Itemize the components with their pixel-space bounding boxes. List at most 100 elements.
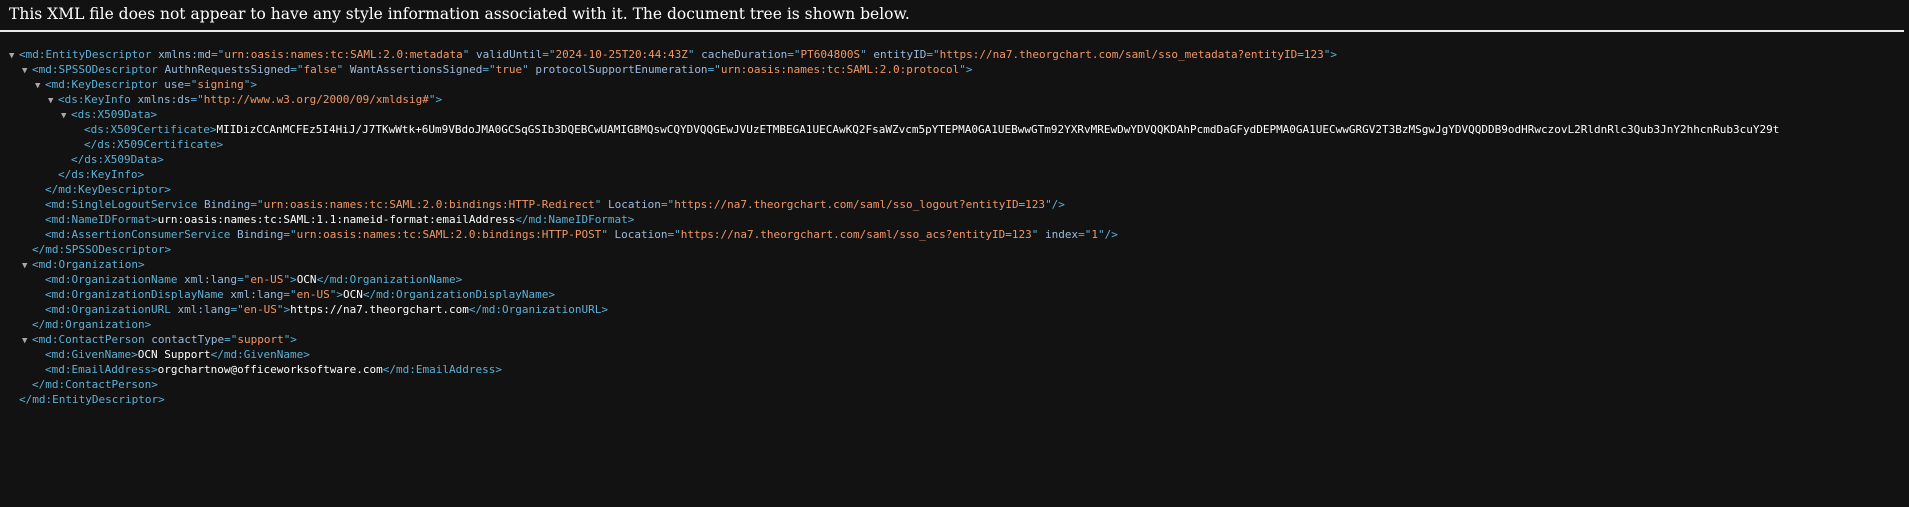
xml-attribute-value: en-US	[243, 303, 277, 316]
xml-text-content: urn:oasis:names:tc:SAML:1.1:nameid-forma…	[157, 213, 516, 226]
xml-text-content: OCN	[343, 288, 363, 301]
xml-tag: ="	[250, 198, 264, 211]
xml-tag: ="	[926, 48, 940, 61]
xml-line: </ds:X509Data>	[0, 152, 1909, 167]
xml-tag: <md:AssertionConsumerService	[45, 228, 231, 241]
xml-tag: ="	[482, 63, 496, 76]
xml-tag: ="	[230, 303, 244, 316]
xml-line[interactable]: ▼ <md:Organization>	[0, 257, 1909, 272]
xml-line: <md:OrganizationURL xml:lang="en-US">htt…	[0, 302, 1909, 317]
xml-text-content: https://na7.theorgchart.com	[290, 303, 469, 316]
xml-tag: ="	[184, 78, 198, 91]
xml-tag: ">	[1323, 48, 1337, 61]
xml-attribute-name: xml:lang	[170, 303, 231, 316]
xml-tag: </md:EntityDescriptor>	[19, 393, 165, 406]
xml-tag: <md:GivenName>	[45, 348, 138, 361]
xml-attribute-name: Location	[607, 228, 668, 241]
xml-tag: <md:SPSSODescriptor	[32, 63, 158, 76]
xml-line: </md:Organization>	[0, 317, 1909, 332]
xml-line[interactable]: ▼ <md:EntityDescriptor xmlns:md="urn:oasi…	[0, 47, 1909, 62]
xml-attribute-name: index	[1038, 228, 1079, 241]
xml-line: </md:SPSSODescriptor>	[0, 242, 1909, 257]
xml-line: <md:GivenName>OCN Support</md:GivenName>	[0, 347, 1909, 362]
xml-tag: </md:OrganizationDisplayName>	[362, 288, 555, 301]
xml-attribute-value: urn:oasis:names:tc:SAML:2.0:metadata	[224, 48, 463, 61]
header-divider	[0, 30, 1904, 32]
xml-tag: "	[687, 48, 695, 61]
xml-tag: ="	[283, 228, 297, 241]
xml-tag: <ds:X509Certificate>	[84, 123, 217, 136]
xml-line: </ds:X509Certificate>	[0, 137, 1909, 152]
xml-text-content: orgchartnow@officeworksoftware.com	[157, 363, 383, 376]
xml-tag: </md:Organization>	[32, 318, 152, 331]
xml-attribute-value: support	[237, 333, 284, 346]
xml-tag: ="	[707, 63, 721, 76]
xml-tag: ="	[190, 93, 204, 106]
xml-attribute-name: xmlns:ds	[130, 93, 191, 106]
xml-attribute-name: use	[157, 78, 185, 91]
xml-tag: ="	[787, 48, 801, 61]
xml-tag: "/>	[1098, 228, 1118, 241]
xml-attribute-value: en-US	[250, 273, 284, 286]
xml-tag: <md:OrganizationDisplayName	[45, 288, 224, 301]
xml-attribute-value: urn:oasis:names:tc:SAML:2.0:protocol	[720, 63, 960, 76]
xml-tag: <md:KeyDescriptor	[45, 78, 158, 91]
xml-line[interactable]: ▼ <md:KeyDescriptor use="signing">	[0, 77, 1909, 92]
xml-tag: ">	[283, 273, 297, 286]
xml-line: <md:OrganizationDisplayName xml:lang="en…	[0, 287, 1909, 302]
xml-tag: ="	[660, 198, 675, 211]
xml-tag: "/>	[1045, 198, 1065, 211]
xml-line: <md:EmailAddress>orgchartnow@officeworks…	[0, 362, 1909, 377]
xml-tag: ="	[211, 48, 225, 61]
xml-line: </md:ContactPerson>	[0, 377, 1909, 392]
xml-attribute-name: Location	[601, 198, 661, 211]
xml-attribute-name: cacheDuration	[694, 48, 788, 61]
xml-line: </md:KeyDescriptor>	[0, 182, 1909, 197]
xml-attribute-value: false	[303, 63, 337, 76]
xml-tag: ">	[959, 63, 973, 76]
xml-tag: ="	[667, 228, 681, 241]
xml-text-content: OCN	[296, 273, 317, 286]
xml-attribute-name: AuthnRequestsSigned	[157, 63, 291, 76]
xml-tag: ="	[283, 288, 297, 301]
xml-tag: ">	[276, 303, 291, 316]
xml-tag: </md:OrganizationName>	[316, 273, 463, 286]
xml-line[interactable]: ▼ <md:ContactPerson contactType="support"…	[0, 332, 1909, 347]
xml-tag: "	[860, 48, 867, 61]
xml-attribute-name: xml:lang	[223, 288, 284, 301]
xml-tag: </md:ContactPerson>	[32, 378, 158, 391]
xml-tag: </md:GivenName>	[210, 348, 310, 361]
xml-line: <md:AssertionConsumerService Binding="ur…	[0, 227, 1909, 242]
xml-attribute-value: https://na7.theorgchart.com/saml/sso_acs…	[680, 228, 1032, 241]
xml-attribute-name: WantAssertionsSigned	[343, 63, 483, 76]
xml-attribute-value: http://www.w3.org/2000/09/xmldsig#	[203, 93, 429, 106]
xml-attribute-value: urn:oasis:names:tc:SAML:2.0:bindings:HTT…	[263, 198, 595, 211]
xml-tag: ">	[283, 333, 297, 346]
xml-tag: <md:Organization>	[32, 258, 145, 271]
xml-line: </ds:KeyInfo>	[0, 167, 1909, 182]
xml-tag: <md:EmailAddress>	[45, 363, 158, 376]
xml-line: <md:NameIDFormat>urn:oasis:names:tc:SAML…	[0, 212, 1909, 227]
xml-attribute-name: validUntil	[469, 48, 543, 61]
xml-tag: <md:NameIDFormat>	[45, 213, 158, 226]
xml-tag: ">	[428, 93, 443, 106]
xml-attribute-value: urn:oasis:names:tc:SAML:2.0:bindings:HTT…	[296, 228, 602, 241]
xml-attribute-name: entityID	[866, 48, 927, 61]
xml-tag: ="	[224, 333, 238, 346]
xml-attribute-value: true	[495, 63, 523, 76]
xml-tag: ="	[237, 273, 251, 286]
xml-line[interactable]: ▼ <ds:KeyInfo xmlns:ds="http://www.w3.org…	[0, 92, 1909, 107]
xml-text-content: OCN Support	[137, 348, 211, 361]
xml-tag: </ds:X509Certificate>	[84, 138, 224, 151]
xml-line[interactable]: ▼ <md:SPSSODescriptor AuthnRequestsSigned…	[0, 62, 1909, 77]
xml-tag: ="	[542, 48, 556, 61]
xml-tag: "	[601, 228, 608, 241]
xml-line: <md:SingleLogoutService Binding="urn:oas…	[0, 197, 1909, 212]
xml-tag: </ds:X509Data>	[71, 153, 164, 166]
xml-attribute-name: contactType	[144, 333, 225, 346]
xml-attribute-value: PT604800S	[800, 48, 861, 61]
xml-tag: ="	[1078, 228, 1092, 241]
xml-attribute-value: https://na7.theorgchart.com/saml/sso_met…	[939, 48, 1324, 61]
xml-line[interactable]: ▼ <ds:X509Data>	[0, 107, 1909, 122]
xml-line: </md:EntityDescriptor>	[0, 392, 1909, 407]
